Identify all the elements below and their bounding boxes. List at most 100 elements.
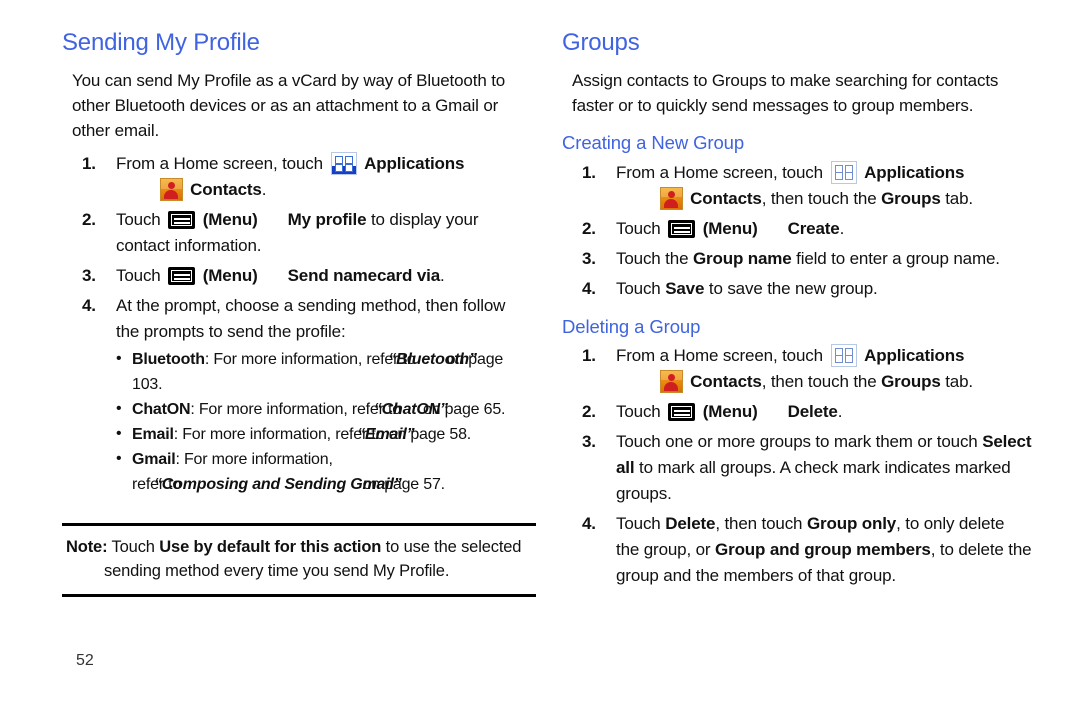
step-mid: , then touch the <box>761 371 882 391</box>
step-item: 4. Touch Save to save the new group. <box>562 276 1032 302</box>
step-item: 4. At the prompt, choose a sending metho… <box>62 293 532 497</box>
reference-title: “ChatON” <box>373 401 448 419</box>
bullet-term: Bluetooth <box>132 351 205 369</box>
step-number: 2. <box>582 218 596 238</box>
steps-list-creating-a-new-group: 1. From a Home screen, touch Application… <box>562 160 1032 302</box>
groups-tab-label[interactable]: Groups <box>881 189 941 208</box>
step-number: 3. <box>582 431 596 451</box>
page-title-groups: Groups <box>562 29 640 56</box>
contacts-icon[interactable] <box>659 186 683 210</box>
step-item: 1. From a Home screen, touch Application… <box>62 151 532 203</box>
reference-title: “Email” <box>357 426 415 444</box>
step-text: At the prompt, choose a sending method, … <box>116 296 506 342</box>
steps-list-deleting-a-group: 1. From a Home screen, touch Application… <box>562 343 1032 589</box>
menu-command: Delete <box>787 401 838 421</box>
sending-method-bullets: •Bluetooth: For more information, “Bluet… <box>116 347 532 497</box>
menu-icon[interactable] <box>668 219 696 238</box>
group-name-field-label[interactable]: Group name <box>693 249 792 268</box>
step-item: 2. Touch (Menu) Create. <box>562 216 1032 242</box>
save-button-label[interactable]: Save <box>665 279 704 298</box>
applications-icon[interactable] <box>830 343 857 367</box>
groups-tab-label[interactable]: Groups <box>881 372 941 391</box>
note-text: Note: Touch Use by default for this acti… <box>66 535 532 583</box>
applications-icon-square <box>334 164 343 173</box>
step-text: Touch the <box>616 248 693 268</box>
bullet-dot: • <box>116 400 122 418</box>
menu-icon[interactable] <box>168 267 196 286</box>
bullet-mid: : For more information, <box>175 451 333 469</box>
note-callout: Note: Touch Use by default for this acti… <box>62 523 536 598</box>
step-text: Touch <box>616 218 661 238</box>
contacts-icon-body <box>664 381 679 391</box>
menu-icon-bar <box>173 222 190 225</box>
step-mid: , then touch <box>715 513 807 533</box>
steps-list-sending-my-profile: 1. From a Home screen, touch Application… <box>62 151 532 497</box>
step-number: 2. <box>82 210 96 230</box>
contacts-icon-head <box>167 182 175 190</box>
bullet-dot: • <box>116 425 122 443</box>
delete-button-label[interactable]: Delete <box>665 514 715 533</box>
step-item: 2. Touch (Menu) My profile to display you… <box>62 207 532 259</box>
menu-icon-frame <box>671 405 693 418</box>
menu-icon-bar <box>673 409 690 412</box>
step-number: 2. <box>582 401 596 421</box>
overlapping-reference: “ChatON”refer to“ChatON” <box>352 397 448 422</box>
applications-label: Applications <box>364 154 465 174</box>
list-item: • Bluetooth: For more information, “Bluet… <box>116 347 532 397</box>
applications-label: Applications <box>864 345 965 365</box>
applications-icon[interactable] <box>830 160 857 184</box>
step-text-tail: tab. <box>940 371 973 391</box>
menu-icon-frame <box>171 270 193 283</box>
menu-icon[interactable] <box>168 211 196 230</box>
step-item: 3. Touch one or more groups to mark them… <box>562 429 1032 507</box>
step-text: Touch <box>616 278 666 298</box>
applications-icon[interactable] <box>330 152 357 176</box>
menu-icon-frame <box>671 222 693 235</box>
menu-icon-bar <box>173 274 190 277</box>
menu-icon-bar <box>173 218 190 221</box>
step-number: 3. <box>82 266 96 286</box>
menu-label: (Menu) <box>702 218 758 238</box>
list-item: • Email: For more information, “Email”ref… <box>116 422 532 447</box>
step-number: 4. <box>582 513 596 533</box>
intro-paragraph-right: Assign contacts to Groups to make search… <box>572 71 999 116</box>
menu-label: (Menu) <box>202 210 258 230</box>
applications-icon-square <box>344 156 353 165</box>
step-number: 1. <box>82 154 96 174</box>
page-number: 52 <box>76 652 94 669</box>
list-item: • Gmail: For more information, “Composing… <box>116 447 532 497</box>
step-number: 4. <box>82 296 96 316</box>
applications-icon-square <box>834 354 843 363</box>
page-title-sending-my-profile: Sending My Profile <box>62 29 260 56</box>
overlapping-reference: “Email”refer to“Email” <box>335 422 414 447</box>
bullet-term: Gmail <box>132 451 176 469</box>
subsection-deleting-a-group: Deleting a Group <box>562 315 701 337</box>
step-text: From a Home screen, touch <box>616 162 823 182</box>
contacts-icon[interactable] <box>159 178 183 202</box>
group-and-members-option-label[interactable]: Group and group members <box>715 540 931 559</box>
applications-icon-square <box>344 164 353 173</box>
menu-icon[interactable] <box>668 402 696 421</box>
contacts-icon[interactable] <box>659 369 683 393</box>
list-item: • ChatON: For more information, “ChatON”r… <box>116 397 532 422</box>
applications-icon-square <box>844 171 853 180</box>
applications-label: Applications <box>864 162 965 182</box>
reference-title: “Composing and Sending Gmail” <box>154 476 402 494</box>
step-item: 1. From a Home screen, touch Application… <box>562 343 1032 395</box>
bullet-mid: : For more information, <box>190 401 352 419</box>
step-mid: , then touch the <box>761 188 882 208</box>
contacts-icon-head <box>667 373 675 381</box>
menu-icon-frame <box>171 214 193 227</box>
bullet-mid: : For more information, <box>204 351 367 369</box>
overlapping-reference: “Composing and Sending Gmail”refer to“Co… <box>132 472 402 497</box>
step-text: Touch <box>616 513 666 533</box>
step-text: Touch one or more groups to mark them or… <box>616 431 983 451</box>
group-only-option-label[interactable]: Group only <box>807 514 896 533</box>
bullet-dot: • <box>116 350 122 368</box>
menu-icon-bar <box>173 278 190 281</box>
step-item: 3. Touch the Group name field to enter a… <box>562 246 1032 272</box>
intro-paragraph-left: You can send My Profile as a vCard by wa… <box>72 71 506 141</box>
contacts-icon-head <box>667 190 675 198</box>
step-item: 1. From a Home screen, touch Application… <box>562 160 1032 212</box>
applications-icon-square <box>834 171 843 180</box>
